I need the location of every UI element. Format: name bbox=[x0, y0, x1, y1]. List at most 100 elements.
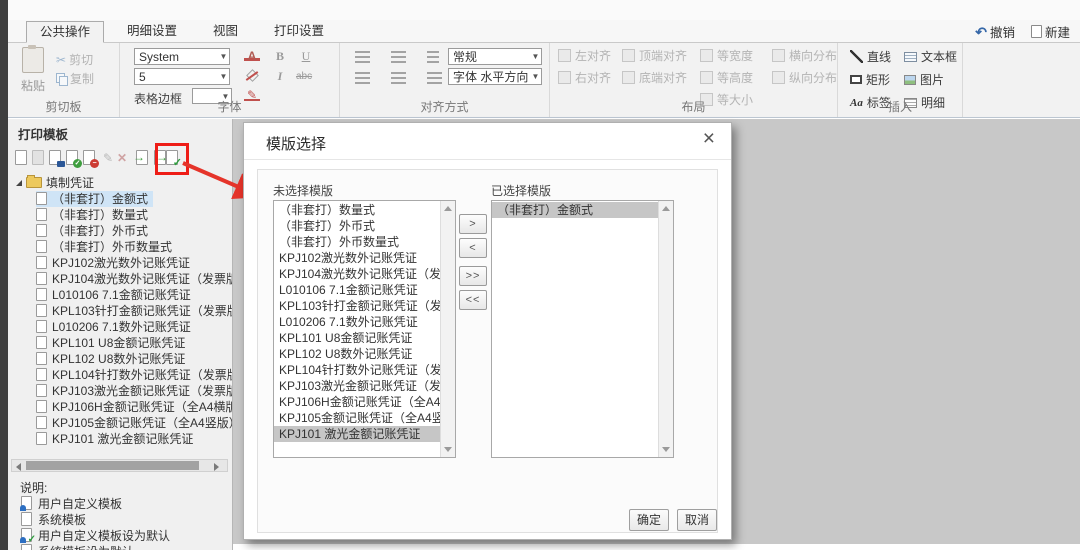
new-template-icon[interactable] bbox=[13, 149, 29, 167]
tree-item[interactable]: （非套打）金额式 bbox=[36, 191, 154, 207]
font-color-icon[interactable]: A bbox=[244, 49, 260, 63]
align-left-icon[interactable] bbox=[355, 72, 370, 84]
list-item[interactable]: KPJ101 激光金额记账凭证 bbox=[274, 426, 441, 442]
paste-button[interactable]: 粘贴 bbox=[16, 45, 50, 94]
textbox-icon bbox=[904, 51, 917, 62]
list-item[interactable]: KPL102 U8数外记账凭证 bbox=[274, 346, 441, 362]
font-size-select[interactable]: 5 ▼ bbox=[134, 68, 230, 85]
tree-folder[interactable]: 填制凭证 bbox=[16, 175, 99, 191]
layout-command[interactable]: 等宽度 bbox=[700, 47, 753, 64]
list-item[interactable]: KPJ103激光金额记账凭证（发票版） bbox=[274, 378, 441, 394]
align-bottom-icon[interactable] bbox=[427, 51, 439, 63]
horizontal-scrollbar[interactable] bbox=[11, 459, 228, 472]
ok-button[interactable]: 确定 bbox=[629, 509, 669, 531]
cut-button[interactable]: ✂ 剪切 bbox=[56, 51, 93, 68]
layout-command[interactable]: 底端对齐 bbox=[622, 69, 687, 86]
scrollbar-thumb[interactable] bbox=[26, 461, 199, 470]
align-right-icon[interactable] bbox=[427, 72, 442, 84]
expander-icon[interactable] bbox=[16, 180, 22, 186]
layout-command[interactable]: 右对齐 bbox=[558, 69, 611, 86]
tree-item[interactable]: KPJ102激光数外记账凭证 bbox=[36, 255, 195, 271]
tree-item[interactable]: （非套打）外币数量式 bbox=[36, 239, 177, 255]
tree-item[interactable]: L010206 7.1数外记账凭证 bbox=[36, 319, 196, 335]
layout-command[interactable]: 等高度 bbox=[700, 69, 753, 86]
insert-line-button[interactable]: 直线 bbox=[850, 48, 891, 65]
insert-textbox-button[interactable]: 文本框 bbox=[904, 48, 957, 65]
list-item[interactable]: KPJ105金额记账凭证（全A4竖版） bbox=[274, 410, 441, 426]
layout-command[interactable]: 横向分布 bbox=[772, 47, 837, 64]
undo-button[interactable]: ↶ 撤销 bbox=[975, 22, 1015, 41]
new-button[interactable]: 新建 bbox=[1030, 22, 1070, 41]
list-item[interactable]: （非套打）外币式 bbox=[274, 218, 441, 234]
close-icon[interactable]: × bbox=[699, 127, 719, 151]
list-item[interactable]: KPL101 U8金额记账凭证 bbox=[274, 330, 441, 346]
ribbon-tab[interactable]: 打印设置 bbox=[261, 20, 337, 42]
add-all-button[interactable]: >> bbox=[459, 266, 487, 286]
tree-item[interactable]: KPJ106H金额记账凭证（全A4横版） bbox=[36, 399, 232, 415]
align-center-icon[interactable] bbox=[391, 72, 406, 84]
remove-button[interactable]: < bbox=[459, 238, 487, 258]
scroll-down-icon[interactable] bbox=[444, 447, 452, 452]
delete-icon[interactable]: ✕ bbox=[114, 149, 130, 167]
ribbon-tab[interactable]: 明细设置 bbox=[114, 20, 190, 42]
save-icon[interactable] bbox=[30, 149, 46, 167]
list-item[interactable]: （非套打）金额式 bbox=[492, 202, 659, 218]
tree-item[interactable]: L010106 7.1金额记账凭证 bbox=[36, 287, 196, 303]
tree-item[interactable]: KPL103针打金额记账凭证（发票版） bbox=[36, 303, 232, 319]
list-scrollbar[interactable] bbox=[440, 201, 455, 457]
tree-item[interactable]: （非套打）外币式 bbox=[36, 223, 153, 239]
tree-item[interactable]: KPJ103激光金额记账凭证（发票版） bbox=[36, 383, 232, 399]
insert-image-button[interactable]: 图片 bbox=[904, 71, 957, 88]
italic-icon[interactable]: I bbox=[272, 68, 288, 83]
scroll-up-icon[interactable] bbox=[662, 206, 670, 211]
tree-item[interactable]: （非套打）数量式 bbox=[36, 207, 153, 223]
strikethrough-icon[interactable]: abc bbox=[296, 69, 312, 84]
insert-rect-button[interactable]: 矩形 bbox=[850, 71, 891, 88]
align-middle-icon[interactable] bbox=[391, 51, 406, 63]
tree-item[interactable]: KPJ105金额记账凭证（全A4竖版） bbox=[36, 415, 232, 431]
list-item[interactable]: KPJ104激光数外记账凭证（发票版） bbox=[274, 266, 441, 282]
tree-item[interactable]: KPL102 U8数外记账凭证 bbox=[36, 351, 190, 367]
layout-command[interactable]: 左对齐 bbox=[558, 47, 611, 64]
underline-icon[interactable]: U bbox=[298, 48, 314, 63]
tree-item[interactable]: KPJ104激光数外记账凭证（发票版） bbox=[36, 271, 232, 287]
edit-template-icon[interactable] bbox=[47, 149, 65, 167]
list-item[interactable]: KPJ106H金额记账凭证（全A4横版） bbox=[274, 394, 441, 410]
list-scrollbar[interactable] bbox=[658, 201, 673, 457]
selected-template-list[interactable]: （非套打）金额式 bbox=[491, 200, 674, 458]
add-button[interactable]: > bbox=[459, 214, 487, 234]
style-select[interactable]: 常规 ▼ bbox=[448, 48, 542, 65]
selected-list-label: 已选择模版 bbox=[491, 184, 552, 198]
remove-template-icon[interactable]: − bbox=[81, 149, 99, 168]
list-item[interactable]: KPL103针打金额记账凭证（发票版） bbox=[274, 298, 441, 314]
tree-item[interactable]: KPJ101 激光金额记账凭证 bbox=[36, 431, 198, 447]
bold-icon[interactable]: B bbox=[272, 48, 288, 63]
select-template-icon[interactable]: ✓ bbox=[164, 149, 182, 169]
layout-command[interactable]: 顶端对齐 bbox=[622, 47, 687, 64]
text-direction-select[interactable]: 字体 水平方向 ▼ bbox=[448, 68, 542, 85]
tree-item[interactable]: KPL101 U8金额记账凭证 bbox=[36, 335, 190, 351]
list-item[interactable]: KPJ102激光数外记账凭证 bbox=[274, 250, 441, 266]
ribbon-tab[interactable]: 公共操作 bbox=[26, 21, 105, 43]
remove-all-button[interactable]: << bbox=[459, 290, 487, 310]
font-family-select[interactable]: System ▼ bbox=[134, 48, 230, 65]
tree-item[interactable]: KPL104针打数外记账凭证（发票版） bbox=[36, 367, 232, 383]
scroll-left-icon[interactable] bbox=[16, 463, 21, 471]
scroll-up-icon[interactable] bbox=[444, 206, 452, 211]
unselected-template-list[interactable]: （非套打）数量式 （非套打）外币式 （非套打）外币数量式 KPJ102激光数外记账凭证… bbox=[273, 200, 456, 458]
ribbon-tab[interactable]: 视图 bbox=[200, 20, 251, 42]
scroll-right-icon[interactable] bbox=[214, 463, 219, 471]
list-item[interactable]: KPL104针打数外记账凭证（发票版） bbox=[274, 362, 441, 378]
fill-color-icon[interactable] bbox=[244, 68, 260, 83]
align-top-icon[interactable] bbox=[355, 51, 370, 63]
import-template-icon[interactable]: → bbox=[133, 149, 150, 167]
list-item[interactable]: （非套打）外币数量式 bbox=[274, 234, 441, 250]
scroll-down-icon[interactable] bbox=[662, 447, 670, 452]
list-item[interactable]: L010206 7.1数外记账凭证 bbox=[274, 314, 441, 330]
approve-template-icon[interactable]: ✓ bbox=[64, 149, 82, 168]
layout-command[interactable]: 纵向分布 bbox=[772, 69, 837, 86]
copy-button[interactable]: 复制 bbox=[56, 70, 94, 87]
list-item[interactable]: L010106 7.1金额记账凭证 bbox=[274, 282, 441, 298]
list-item[interactable]: （非套打）数量式 bbox=[274, 202, 441, 218]
cancel-button[interactable]: 取消 bbox=[677, 509, 717, 531]
